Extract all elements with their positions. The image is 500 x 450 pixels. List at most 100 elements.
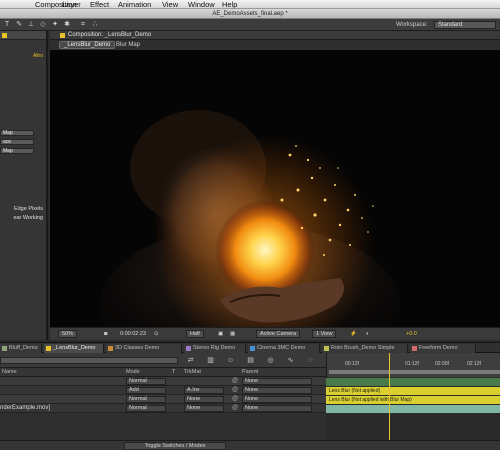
eraser-tool-icon[interactable]: ◇ [38, 20, 48, 30]
viewer-controls-bar: 50% ◙ 0:00:02:23 ⊙ Half ▣ ▦ Active Camer… [50, 327, 500, 340]
menu-help[interactable]: Help [222, 0, 237, 9]
camera-snapshot-icon[interactable]: ⊙ [154, 330, 159, 338]
iris-map-dropdown[interactable]: Map [0, 148, 34, 154]
workspace-select[interactable]: Standard [434, 21, 496, 29]
parent-pickwhip-icon[interactable]: @ [232, 395, 238, 404]
ruler-tick: 00:12f [345, 361, 359, 367]
effect-reset-link[interactable]: Aliro [33, 53, 43, 59]
parent-pickwhip-icon[interactable]: @ [232, 404, 238, 413]
pen-tool-icon[interactable]: ✎ [14, 20, 24, 30]
timeline-tab[interactable]: Freeform Demo [410, 344, 476, 353]
align-icon[interactable]: ∴ [90, 20, 100, 30]
layer-parent-dropdown[interactable]: None [242, 405, 312, 412]
layer-mode-dropdown[interactable]: Add [126, 387, 166, 394]
subtab-lensblur-demo[interactable]: _LensBlur_Demo [59, 41, 116, 49]
layer-row[interactable]: Add A.Inv @ None [0, 386, 326, 395]
workspace-label: Workspace: [396, 22, 428, 28]
timeline-tab-active[interactable]: _LensBlur_Demo [44, 344, 104, 353]
layer-parent-dropdown[interactable]: None [242, 387, 312, 394]
menu-view[interactable]: View [162, 0, 178, 9]
layer-mode-dropdown[interactable]: Normal [126, 396, 166, 403]
tab-color-chip [2, 346, 7, 351]
timeline-tab[interactable]: 3D Classes Demo [106, 344, 182, 353]
menu-bar: Composition Layer Effect Animation View … [0, 0, 500, 9]
column-name[interactable]: Name [2, 368, 17, 377]
repeat-edge-pixels-option[interactable]: Edge Pixels [14, 206, 43, 213]
composition-tab[interactable]: Composition: _LensBlur_Demo [68, 31, 151, 40]
ruler-tick: 02:00f [435, 361, 449, 367]
current-time-display[interactable]: 0:00:02:23 [120, 330, 146, 338]
timeline-tab-label: Bluff_Demo [9, 345, 38, 351]
track-empty-area[interactable] [326, 414, 500, 440]
time-ruler[interactable]: 00:12f 01:12f 02:00f 02:12f [326, 353, 500, 377]
column-parent[interactable]: Parent [242, 368, 258, 377]
resolution-dropdown[interactable]: Half [186, 330, 204, 338]
exposure-value[interactable]: +0.0 [406, 330, 417, 338]
layer-trkmat-dropdown[interactable]: None [184, 405, 224, 412]
comp-mini-flowchart-icon[interactable]: ⇄ [186, 356, 195, 365]
layer-parent-dropdown[interactable]: None [242, 378, 312, 385]
layer-duration-bar[interactable]: Lens Blur (Not applied with Blur Map) [326, 396, 500, 404]
frame-blending-icon[interactable]: ▤ [246, 356, 255, 365]
timeline-tab[interactable]: Roto Brush_Demo Simple [322, 344, 408, 353]
graph-editor-icon[interactable]: ∿ [286, 356, 295, 365]
draft-3d-icon[interactable]: ▥ [206, 356, 215, 365]
layer-mode-dropdown[interactable]: Normal [126, 405, 166, 412]
linear-working-option[interactable]: ear Working [13, 215, 43, 222]
parent-pickwhip-icon[interactable]: @ [232, 386, 238, 395]
menu-layer[interactable]: Layer [62, 0, 81, 9]
work-area-bar[interactable] [329, 370, 500, 374]
roto-brush-icon[interactable]: ✦ [50, 20, 60, 30]
snapshot-icon[interactable]: ◙ [104, 330, 107, 338]
layer-trkmat-dropdown[interactable]: A.Inv [184, 387, 224, 394]
iris-shape-dropdown[interactable]: ace [0, 139, 34, 145]
timeline-search-input[interactable] [0, 357, 178, 364]
layer-duration-bar[interactable]: Lens Blur (Not applied) [326, 387, 500, 395]
timeline-tab[interactable]: Bluff_Demo [0, 344, 42, 353]
timeline-tab[interactable]: Stereo Rig Demo [184, 344, 246, 353]
shy-layers-icon[interactable]: ☺ [226, 356, 235, 365]
effect-controls-tab[interactable] [0, 31, 46, 40]
layer-parent-dropdown[interactable]: None [242, 396, 312, 403]
layer-bar-label: Lens Blur (Not applied with Blur Map) [329, 397, 412, 403]
subtab-blur-map[interactable]: Blur Map [116, 41, 140, 49]
menu-animation[interactable]: Animation [118, 0, 151, 9]
composition-subtabs: _LensBlur_Demo Blur Map [50, 40, 500, 50]
layer-row[interactable]: nderExample.mov] Normal None @ None [0, 404, 326, 413]
timeline-tab-label: 3D Classes Demo [115, 345, 160, 351]
camera-view-dropdown[interactable]: Active Camera [256, 330, 301, 338]
motion-blur-icon[interactable]: ◎ [266, 356, 275, 365]
layer-trkmat-dropdown[interactable]: None [184, 396, 224, 403]
column-t[interactable]: T [172, 368, 175, 377]
layer-mode-dropdown[interactable]: Normal [126, 378, 166, 385]
layer-row[interactable]: Normal None @ None [0, 395, 326, 404]
current-time-indicator[interactable] [389, 353, 390, 450]
composition-viewer[interactable] [50, 50, 500, 327]
column-mode[interactable]: Mode [126, 368, 140, 377]
toggle-switches-modes-button[interactable]: Toggle Switches / Modes [124, 442, 226, 450]
view-layout-dropdown[interactable]: 1 View [312, 330, 337, 338]
depth-map-dropdown[interactable]: Map [0, 130, 34, 136]
timeline-empty-area[interactable] [0, 413, 326, 440]
layer-row[interactable]: Normal @ None [0, 377, 326, 386]
clone-stamp-icon[interactable]: ⊥ [26, 20, 36, 30]
puppet-pin-icon[interactable]: ✱ [62, 20, 72, 30]
layer-duration-bar[interactable] [326, 378, 500, 386]
timeline-tab-label: Roto Brush_Demo Simple [331, 345, 395, 351]
menu-effect[interactable]: Effect [90, 0, 109, 9]
timeline-tab-label: _LensBlur_Demo [53, 345, 96, 351]
brainstorm-icon[interactable]: ◌ [306, 356, 315, 365]
timeline-tab[interactable]: Cinema 3MC Demo [248, 344, 320, 353]
menu-window[interactable]: Window [188, 0, 215, 9]
zoom-dropdown[interactable]: 50% [58, 330, 78, 338]
timeline-column-header: Name Mode T TrkMat Parent [0, 368, 326, 377]
column-trkmat[interactable]: TrkMat [184, 368, 201, 377]
layer-duration-bar[interactable] [326, 405, 500, 413]
transparency-grid-icon[interactable]: ▦ [230, 330, 235, 338]
fast-previews-icon[interactable]: ⚡ [350, 330, 357, 338]
text-tool-icon[interactable]: T [2, 20, 12, 30]
region-of-interest-icon[interactable]: ▣ [218, 330, 223, 338]
snapping-icon[interactable]: ⌗ [78, 20, 88, 30]
reset-exposure-icon[interactable]: ◐ [366, 330, 369, 338]
parent-pickwhip-icon[interactable]: @ [232, 377, 238, 386]
